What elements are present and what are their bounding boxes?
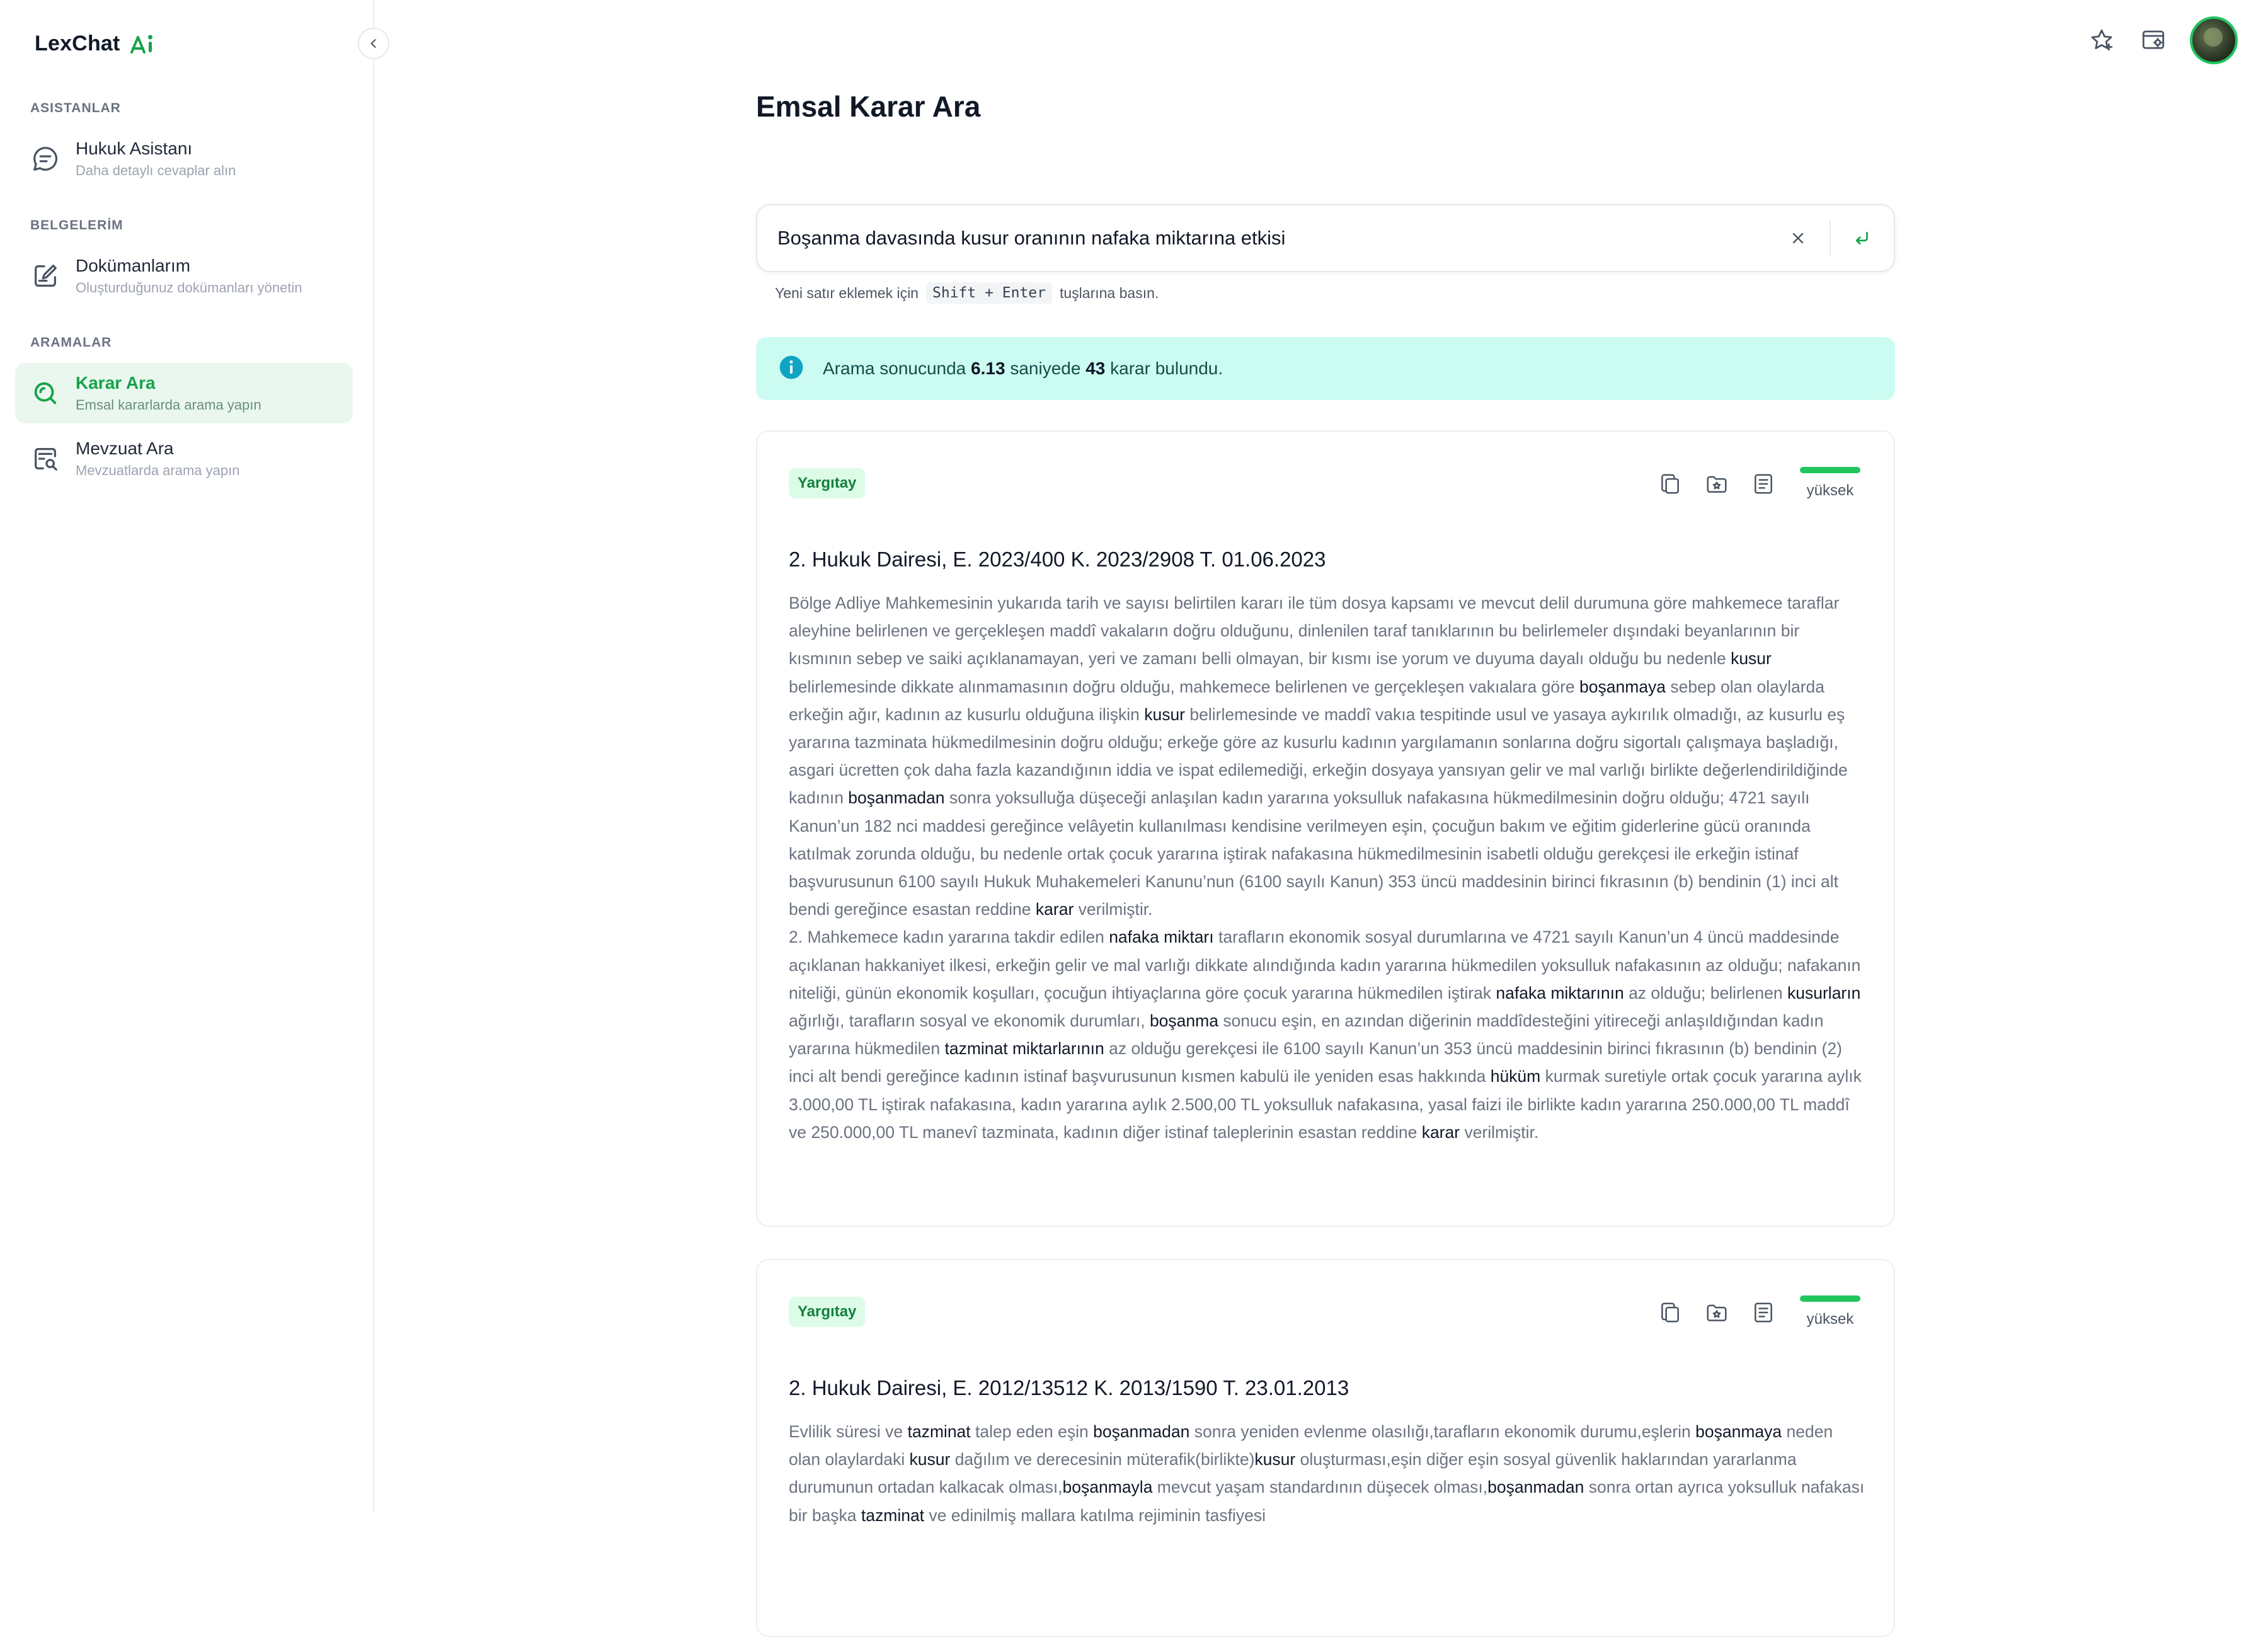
highlighted-term: boşanmadan	[1487, 1478, 1584, 1497]
result-info-text: Arama sonucunda 6.13 saniyede 43 karar b…	[823, 359, 1223, 378]
relevance-bar	[1800, 1295, 1860, 1302]
save-folder-icon[interactable]	[1701, 1297, 1732, 1328]
highlighted-term: kusur	[909, 1450, 951, 1469]
app-logo[interactable]: LexChat	[35, 32, 157, 56]
topbar-actions	[2087, 16, 2238, 64]
highlighted-term: karar	[1421, 1122, 1460, 1142]
sidebar-item-decision-search[interactable]: Karar Ara Emsal kararlarda arama yapın	[15, 363, 353, 423]
highlighted-term: tazminat miktarlarının	[944, 1039, 1104, 1059]
highlighted-term: boşanmayla	[1062, 1478, 1153, 1497]
section-label-searches: ARAMALAR	[30, 335, 112, 350]
hint-text-after: tuşlarına basın.	[1060, 284, 1159, 301]
hint-text-before: Yeni satır eklemek için	[775, 284, 919, 301]
highlighted-term: boşanmadan	[1093, 1422, 1190, 1441]
sidebar-item-documents[interactable]: Dokümanlarım Oluşturduğunuz dokümanları …	[15, 246, 353, 306]
copy-icon[interactable]	[1654, 1297, 1686, 1328]
case-body: Evlilik süresi ve tazminat talep eden eş…	[789, 1422, 1865, 1525]
document-summary-icon[interactable]	[1748, 1297, 1779, 1328]
highlighted-term: nafaka miktarı	[1109, 928, 1214, 947]
search-result-info: Arama sonucunda 6.13 saniyede 43 karar b…	[756, 337, 1895, 400]
case-body: Bölge Adliye Mahkemesinin yukarıda tarih…	[789, 594, 1862, 1142]
user-avatar[interactable]	[2190, 16, 2238, 64]
sidebar-item-legislation-search[interactable]: Mevzuat Ara Mevzuatlarda arama yapın	[15, 428, 353, 489]
result-card[interactable]: Yargıtay yüksek 2. Hukuk Dairesi, E. 201…	[756, 1259, 1895, 1637]
sidebar-item-label: Hukuk Asistanı	[76, 139, 193, 158]
page-title: Emsal Karar Ara	[756, 90, 981, 123]
result-count: 43	[1085, 359, 1106, 378]
sidebar-item-label: Mevzuat Ara	[76, 439, 174, 458]
favorites-star-icon[interactable]	[2087, 25, 2117, 55]
highlighted-term: kusur	[1731, 649, 1772, 669]
result-card[interactable]: Yargıtay yüksek 2. Hukuk Dairesi, E. 202…	[756, 430, 1895, 1227]
relevance-indicator: yüksek	[1800, 467, 1860, 500]
search-box	[756, 204, 1895, 272]
relevance-bar	[1800, 467, 1860, 473]
highlighted-term: karar	[1035, 900, 1074, 919]
shortcut-kbd: Shift + Enter	[925, 282, 1052, 304]
search-divider	[1830, 221, 1831, 256]
section-label-assistants: ASISTANLAR	[30, 101, 121, 115]
chevron-left-icon	[370, 39, 376, 48]
search-input[interactable]	[776, 226, 1780, 250]
sidebar-item-subtitle: Oluşturduğunuz dokümanları yönetin	[76, 280, 302, 296]
browser-settings-icon[interactable]	[2138, 25, 2168, 55]
enter-arrow-icon	[1855, 231, 1868, 245]
highlighted-term: hüküm	[1490, 1067, 1541, 1086]
highlighted-term: tazminat	[861, 1505, 925, 1525]
relevance-indicator: yüksek	[1800, 1295, 1860, 1328]
submit-search-button[interactable]	[1845, 221, 1880, 256]
highlighted-term: kusur	[1144, 704, 1186, 724]
highlighted-term: boşanmaya	[1579, 677, 1666, 696]
court-badge: Yargıtay	[789, 468, 866, 498]
info-icon	[779, 355, 804, 383]
edit-document-icon	[30, 261, 60, 291]
relevance-label: yüksek	[1806, 482, 1854, 499]
sidebar-item-label: Dokümanlarım	[76, 256, 191, 275]
highlighted-term: nafaka miktarının	[1496, 983, 1624, 1002]
document-search-icon	[30, 444, 60, 474]
sidebar-collapse-button[interactable]	[358, 28, 389, 59]
sidebar-item-label: Karar Ara	[76, 373, 156, 393]
sidebar-item-legal-assistant[interactable]: Hukuk Asistanı Daha detaylı cevaplar alı…	[15, 129, 353, 189]
close-icon	[1792, 233, 1804, 244]
relevance-label: yüksek	[1806, 1311, 1854, 1328]
result-seconds: 6.13	[971, 359, 1005, 378]
sidebar-item-subtitle: Daha detaylı cevaplar alın	[76, 163, 236, 178]
copy-icon[interactable]	[1654, 468, 1686, 500]
sidebar: LexChat ASISTANLAR Hukuk Asistanı Daha d…	[0, 0, 374, 1512]
highlighted-term: boşanma	[1149, 1011, 1218, 1031]
save-folder-icon[interactable]	[1701, 468, 1732, 500]
search-icon	[30, 378, 60, 408]
case-title[interactable]: 2. Hukuk Dairesi, E. 2023/400 K. 2023/29…	[789, 548, 1326, 572]
app-name: LexChat	[35, 32, 120, 55]
highlighted-term: kusur	[1254, 1450, 1296, 1469]
search-hint: Yeni satır eklemek için Shift + Enter tu…	[775, 282, 1159, 304]
highlighted-term: boşanmadan	[848, 788, 945, 808]
chat-bubble-icon	[30, 144, 60, 174]
section-label-documents: BELGELERİM	[30, 218, 123, 233]
clear-search-button[interactable]	[1780, 221, 1816, 256]
ai-logo-icon	[129, 33, 157, 55]
highlighted-term: kusurların	[1787, 983, 1861, 1002]
sidebar-item-subtitle: Emsal kararlarda arama yapın	[76, 397, 261, 413]
highlighted-term: boşanmaya	[1695, 1422, 1782, 1441]
document-summary-icon[interactable]	[1748, 468, 1779, 500]
case-title[interactable]: 2. Hukuk Dairesi, E. 2012/13512 K. 2013/…	[789, 1376, 1349, 1400]
highlighted-term: tazminat	[907, 1422, 971, 1441]
sidebar-item-subtitle: Mevzuatlarda arama yapın	[76, 462, 240, 478]
court-badge: Yargıtay	[789, 1297, 866, 1327]
